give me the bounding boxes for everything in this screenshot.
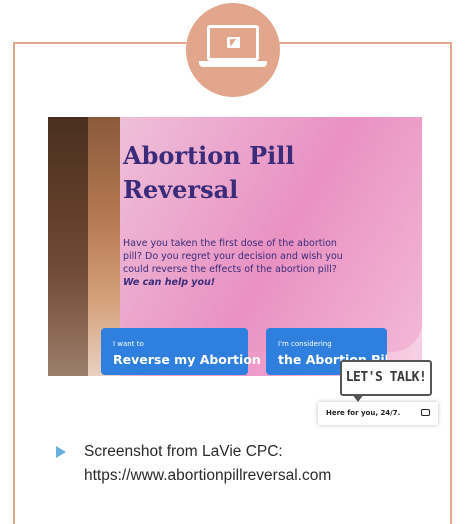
figure-caption: Screenshot from LaVie CPC: https://www.a… (84, 443, 332, 484)
caption-bullet-icon (56, 446, 66, 458)
hero-title: Abortion Pill Reversal (123, 141, 295, 204)
laptop-cursor-icon (186, 3, 280, 97)
button-small-label: I'm considering (278, 340, 332, 348)
chat-label: Here for you, 24/7. (326, 409, 401, 417)
lets-talk-label: LET'S TALK! (345, 370, 427, 385)
hero-body: Have you taken the first dose of the abo… (123, 237, 353, 289)
laptop-screen (207, 25, 259, 61)
lets-talk-bubble[interactable]: LET'S TALK! (340, 360, 432, 402)
cursor-arrow-icon (229, 38, 238, 47)
laptop-base (199, 61, 267, 67)
button-label: Reverse my Abortion (113, 352, 261, 367)
bubble-tail (352, 394, 364, 402)
reverse-abortion-button[interactable]: I want to Reverse my Abortion (101, 328, 261, 375)
hero-question: Have you taken the first dose of the abo… (123, 238, 343, 275)
chat-icon[interactable] (421, 409, 430, 416)
chat-widget[interactable]: Here for you, 24/7. (318, 402, 438, 425)
hero-photo-hair (48, 117, 88, 376)
cursor-box (227, 37, 240, 48)
button-small-label: I want to (113, 340, 144, 348)
hero-emphasis: We can help you! (123, 277, 216, 288)
